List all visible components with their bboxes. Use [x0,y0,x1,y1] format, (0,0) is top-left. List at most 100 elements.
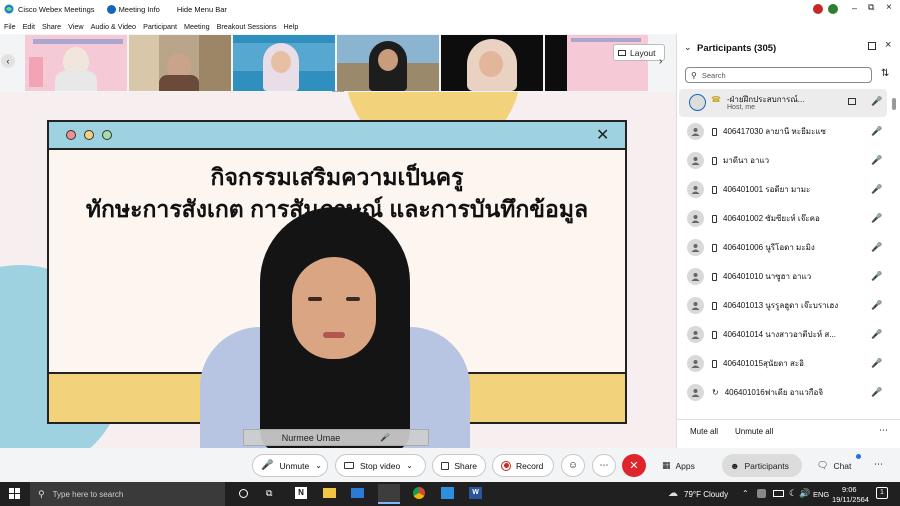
muted-mic-icon: 🎤 [261,460,274,471]
participant-row[interactable]: มาดีนา อาแว 🎤 [677,146,900,175]
menu-meeting[interactable]: Meeting [184,22,210,31]
scrollbar[interactable] [892,94,896,412]
participant-row[interactable]: 406417030 ลายานี หะยีมะแซ 🎤 [677,117,900,146]
record-label: Record [516,460,544,471]
apps-button[interactable]: ▦ Apps [662,454,695,477]
scroll-right-icon[interactable]: › [659,56,662,67]
more-button[interactable]: ⋯ [592,454,616,477]
weather-cloud-icon: ☁ [668,488,678,499]
minimize-icon[interactable]: – [852,3,857,13]
share-button[interactable]: Share [432,454,486,477]
battery-icon[interactable] [773,490,784,497]
record-button[interactable]: Record [492,454,554,477]
chevron-down-icon[interactable]: ⌄ [406,461,413,470]
meeting-info-button[interactable]: Meeting Info [119,5,160,14]
meeting-controls: 🎤 Unmute ⌄ Stop video ⌄ Share Record ☺ ⋯… [0,448,900,482]
webex-taskbar-icon[interactable] [378,484,400,504]
chevron-down-icon[interactable]: ⌄ [315,461,322,470]
task-view-icon[interactable]: ⧉ [266,488,272,499]
maximize-icon[interactable]: ⧉ [868,2,874,13]
participant-row[interactable]: 406401006 นูรีโอดา มะมิง 🎤 [677,233,900,262]
participant-name: 406401014 นางสาวอาตีปะห์ ส... [723,330,836,339]
sort-icon[interactable]: ⇅ [881,68,889,79]
participant-row[interactable]: 406401002 ซัมซียะห์ เจ๊ะคอ 🎤 [677,204,900,233]
clock-time[interactable]: 9:06 [842,485,857,494]
notion-app-icon[interactable]: N [295,487,307,499]
participant-row[interactable]: ↻ 406401016ฟาเดีย อาแวกือจิ 🎤 [677,378,900,407]
leave-meeting-button[interactable]: ✕ [622,454,646,477]
volume-icon[interactable]: 🔊 [799,488,810,499]
chat-button[interactable]: 🗨 Chat [817,454,851,477]
layout-label: Layout [630,47,656,58]
participant-row[interactable]: 406401013 นูรรูลฮูดา เจ๊ะบราเฮง 🎤 [677,291,900,320]
scrollbar-thumb[interactable] [892,98,896,110]
phone-icon [712,359,717,368]
chat-label: Chat [833,460,852,471]
photos-app-icon[interactable] [441,487,454,499]
file-explorer-icon[interactable] [323,488,336,498]
host-audio-icon: ☎ [711,95,721,104]
stop-video-button[interactable]: Stop video ⌄ [335,454,426,477]
menu-share[interactable]: Share [42,22,61,31]
menu-view[interactable]: View [68,22,83,31]
title-bar: Cisco Webex Meetings Meeting Info Hide M… [0,0,900,18]
more-dots-icon: ⋯ [599,460,609,470]
cortana-icon[interactable] [239,489,248,498]
apps-grid-icon: ▦ [662,460,671,470]
language-indicator[interactable]: ENG [813,490,829,499]
unmute-all-button[interactable]: Unmute all [735,427,773,436]
phone-icon [712,127,717,136]
tray-app-icon[interactable] [757,489,766,498]
participant-host-row[interactable]: ☎ -ฝ่ายฝึกประสบการณ์... Host, me 🎤 [679,89,887,117]
layout-button[interactable]: Layout [613,44,665,61]
menu-help[interactable]: Help [284,22,299,31]
tray-chevron-icon[interactable]: ⌃ [742,489,749,498]
mute-all-button[interactable]: Mute all [690,427,718,436]
popout-icon[interactable] [868,42,876,50]
wifi-icon[interactable]: ☾ [789,488,797,499]
smiley-icon: ☺ [567,460,579,471]
video-thumbnail[interactable] [233,35,335,91]
video-thumbnail[interactable] [441,35,543,91]
clock-date[interactable]: 19/11/2564 [832,495,869,504]
menu-participant[interactable]: Participant [143,22,177,31]
menu-audio-video[interactable]: Audio & Video [91,22,136,31]
collapse-chevron-icon[interactable]: ⌄ [684,42,692,53]
more-options-icon[interactable]: ⋯ [879,425,888,436]
muted-mic-icon: 🎤 [871,357,883,368]
speaker-muted-mic-icon: 🎤 [380,433,391,442]
video-thumbnail[interactable] [129,35,231,91]
chrome-icon[interactable] [413,487,425,499]
scroll-left-icon[interactable]: ‹ [1,54,15,68]
taskbar-search-input[interactable]: ⚲ Type here to search [30,482,225,506]
meeting-info-icon[interactable] [106,4,116,14]
weather-text[interactable]: 79°F Cloudy [684,490,728,499]
windows-start-icon[interactable] [9,488,20,499]
phone-icon [712,214,717,223]
participant-row[interactable]: 406401010 นาซูฮา อาแว 🎤 [677,262,900,291]
participant-row[interactable]: 406401015สุนัยดา สะอิ 🎤 [677,349,900,378]
record-icon [501,460,511,471]
video-thumbnail[interactable] [25,35,127,91]
menu-file[interactable]: File [4,22,16,31]
connecting-icon: ↻ [712,388,719,397]
avatar-icon [687,123,704,140]
close-icon[interactable]: × [886,2,892,13]
close-panel-icon[interactable]: × [885,39,891,51]
reactions-button[interactable]: ☺ [561,454,585,477]
more-options-icon[interactable]: ⋯ [874,459,883,470]
unmute-button[interactable]: 🎤 Unmute ⌄ [252,454,328,477]
video-thumbnail[interactable] [337,35,439,91]
mail-app-icon[interactable] [351,488,364,498]
phone-icon [712,330,717,339]
participant-search-input[interactable]: ⚲ Search [685,67,872,83]
menu-edit[interactable]: Edit [23,22,35,31]
taskbar-search-placeholder: Type here to search [52,489,124,499]
participants-button[interactable]: ☻ Participants [722,454,802,477]
hide-menu-bar-button[interactable]: Hide Menu Bar [177,5,227,14]
participant-row[interactable]: 406401001 รอดียา มามะ 🎤 [677,175,900,204]
menu-breakout-sessions[interactable]: Breakout Sessions [217,22,277,31]
word-app-icon[interactable]: W [469,487,482,499]
muted-mic-icon: 🎤 [871,183,883,194]
participant-row[interactable]: 406401014 นางสาวอาตีปะห์ ส... 🎤 [677,320,900,349]
